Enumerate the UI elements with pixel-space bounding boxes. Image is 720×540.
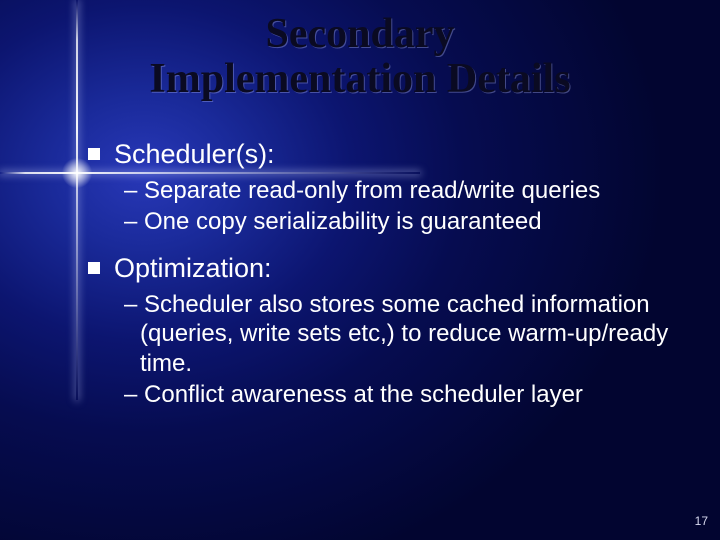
title-line-2: Implementation Details bbox=[149, 56, 570, 102]
slide: Secondary Implementation Details Schedul… bbox=[0, 0, 720, 540]
bullet-scheduler: Scheduler(s): bbox=[88, 138, 688, 172]
title-line-1: Secondary bbox=[266, 11, 455, 57]
sub-bullet: – Separate read-only from read/write que… bbox=[124, 176, 688, 205]
page-number: 17 bbox=[695, 514, 708, 528]
bullet-heading: Optimization: bbox=[114, 253, 272, 283]
sub-bullet: – Scheduler also stores some cached info… bbox=[124, 290, 688, 378]
sub-bullet: – Conflict awareness at the scheduler la… bbox=[124, 380, 688, 409]
slide-title: Secondary Implementation Details bbox=[0, 12, 720, 103]
bullet-heading: Scheduler(s): bbox=[114, 139, 275, 169]
square-bullet-icon bbox=[88, 262, 100, 274]
square-bullet-icon bbox=[88, 148, 100, 160]
sub-bullet: – One copy serializability is guaranteed bbox=[124, 207, 688, 236]
slide-body: Scheduler(s): – Separate read-only from … bbox=[88, 138, 688, 411]
bullet-optimization: Optimization: bbox=[88, 252, 688, 286]
spacer bbox=[88, 238, 688, 252]
